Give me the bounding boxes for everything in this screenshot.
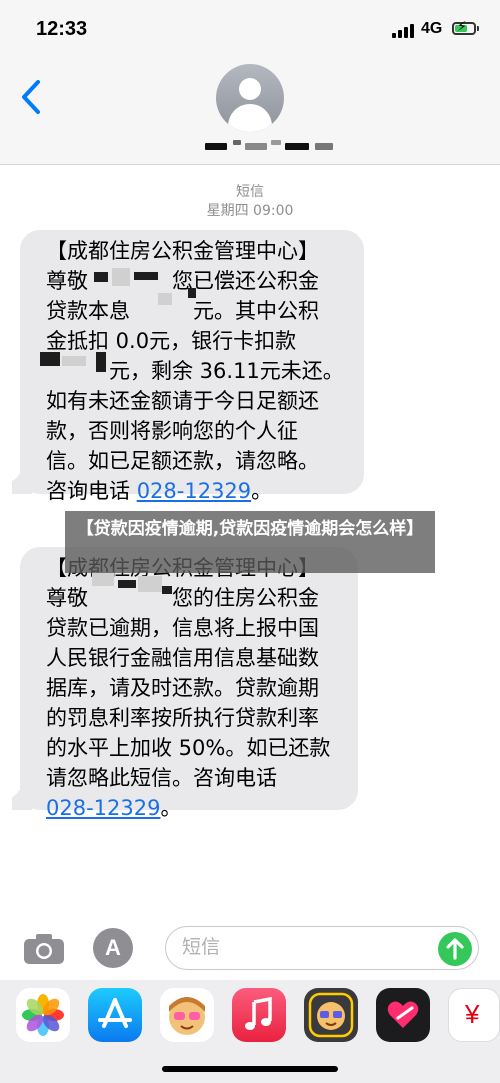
app-store-button[interactable]: A — [93, 928, 133, 968]
message-line: 人民银行金融信用信息基础数 — [46, 646, 319, 670]
phone-link[interactable]: 028-12329 — [46, 796, 160, 820]
message-line-contact: 咨询电话 028-12329。 — [46, 476, 350, 506]
message-timestamp: 星期四 09:00 — [206, 203, 294, 219]
camera-icon — [24, 934, 64, 964]
memoji-sticker-icon[interactable] — [304, 988, 358, 1042]
message-line: 据库，请及时还款。贷款逾期 — [46, 676, 319, 700]
contact-avatar[interactable] — [216, 64, 284, 132]
redaction-mark — [96, 352, 106, 372]
message-line: 元，剩余 36.11元未还。 — [46, 359, 344, 383]
arrow-up-icon — [446, 938, 464, 960]
chevron-left-icon — [22, 80, 40, 114]
message-line: 尊敬 您的住房公积金 — [46, 586, 319, 610]
redaction-mark — [118, 580, 136, 588]
music-icon[interactable] — [232, 988, 286, 1042]
status-bar: 12:33 4G ⚡ — [0, 0, 500, 58]
message-line: 金抵扣 0.0元，银行卡扣款 — [46, 329, 297, 353]
message-type-label: 短信 — [236, 184, 264, 200]
message-input[interactable]: 短信 — [165, 926, 479, 970]
thread-meta: 短信 星期四 09:00 — [0, 183, 500, 221]
app-store-icon: A — [105, 935, 121, 960]
contact-prefix: 咨询电话 — [46, 479, 137, 503]
message-line: 尊敬 您已偿还公积金 — [46, 269, 319, 293]
conversation-header — [0, 58, 500, 165]
status-time: 12:33 — [36, 18, 88, 40]
redaction-mark — [188, 288, 196, 298]
redaction-mark — [138, 576, 162, 592]
digital-touch-icon[interactable] — [376, 988, 430, 1042]
battery-tip — [477, 26, 479, 31]
memoji-icon[interactable] — [160, 988, 214, 1042]
home-indicator[interactable] — [162, 1066, 338, 1072]
charging-bolt-icon: ⚡ — [457, 19, 467, 35]
redaction-mark — [112, 268, 130, 286]
message-line: 款，否则将影响您的个人征 — [46, 419, 298, 443]
phone-link[interactable]: 028-12329 — [137, 479, 251, 503]
photos-icon[interactable] — [16, 988, 70, 1042]
message-line: 如有未还金额请于今日足额还 — [46, 389, 319, 413]
redaction-mark — [92, 572, 114, 586]
message-line: 的罚息利率按所执行贷款利率 — [46, 706, 319, 730]
person-head — [239, 78, 261, 100]
signal-strength-icon — [392, 24, 416, 38]
contact-suffix: 。 — [160, 796, 182, 820]
redaction-mark — [62, 356, 86, 366]
message-line: 贷款已逾期，信息将上报中国 — [46, 616, 319, 640]
contact-name-redacted[interactable] — [205, 140, 335, 152]
network-type: 4G — [421, 20, 443, 37]
redaction-mark — [134, 272, 158, 280]
overlay-caption: 【贷款因疫情逾期,贷款因疫情逾期会怎么样】 — [65, 511, 435, 573]
redaction-mark — [158, 293, 172, 305]
message-line: 信。如已足额还款，请忽略。 — [46, 449, 319, 473]
cash-symbol: ¥ — [465, 999, 480, 1029]
contact-suffix: 。 — [251, 479, 273, 503]
message-line-contact: 028-12329。 — [46, 793, 344, 823]
camera-button[interactable] — [22, 932, 66, 966]
message-bubble-2[interactable]: 【成都住房公积金管理中心】 尊敬 您的住房公积金 贷款已逾期，信息将上报中国 人… — [20, 547, 358, 820]
redaction-mark — [162, 586, 172, 594]
message-line: 【成都住房公积金管理中心】 — [46, 239, 319, 263]
app-store-icon[interactable] — [88, 988, 142, 1042]
message-line: 请忽略此短信。咨询电话 — [46, 766, 277, 790]
message-line: 贷款本息 元。其中公积 — [46, 299, 319, 323]
compose-bar: A 短信 — [0, 920, 500, 980]
send-button[interactable] — [438, 932, 472, 966]
redaction-mark — [40, 352, 60, 366]
back-button[interactable] — [16, 76, 48, 118]
cash-icon[interactable]: ¥ — [448, 988, 500, 1042]
message-line: 的水平上加收 50%。如已还款 — [46, 736, 331, 760]
person-body — [228, 104, 272, 132]
redaction-mark — [94, 272, 108, 282]
